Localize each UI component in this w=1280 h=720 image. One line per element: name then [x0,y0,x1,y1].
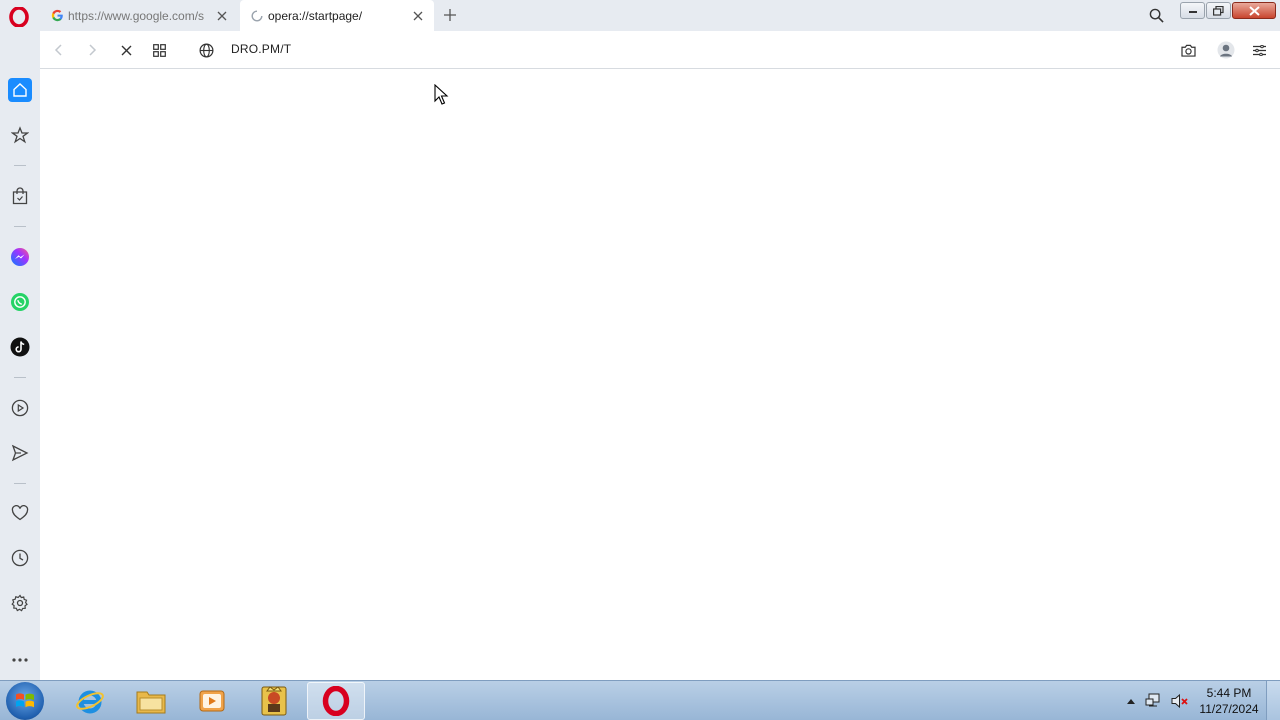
opera-menu-icon[interactable] [8,6,30,28]
system-clock[interactable]: 5:44 PM 11/27/2024 [1196,685,1262,717]
file-explorer-icon[interactable] [122,682,180,720]
media-player-icon[interactable] [183,682,241,720]
back-arrow-icon[interactable] [48,39,70,61]
sidebar-separator [14,165,26,166]
tiktok-icon[interactable] [8,335,32,359]
speed-dial-grid-icon[interactable] [148,39,170,61]
show-hidden-icons-arrow[interactable] [1124,681,1138,720]
game-app-icon[interactable] [245,682,303,720]
tab-startpage[interactable]: opera://startpage/ [240,0,434,31]
player-icon[interactable] [8,396,32,420]
tab-title: opera://startpage/ [268,8,363,23]
shopping-bag-icon[interactable] [8,184,32,208]
send-icon[interactable] [8,441,32,465]
heart-icon[interactable] [8,501,32,525]
sidebar-separator [14,377,26,378]
google-g-icon [50,9,64,23]
loading-spinner-icon [250,9,264,23]
tab-bar: https://www.google.com/s opera://startpa… [0,0,1280,31]
close-tab-icon[interactable] [212,6,232,26]
mouse-pointer-icon [434,83,450,106]
sidebar-separator [14,226,26,227]
clock-time: 5:44 PM [1206,686,1252,700]
page-content-area [40,70,1280,680]
whatsapp-icon[interactable] [8,290,32,314]
browser-window: https://www.google.com/s opera://startpa… [0,0,1280,720]
search-tabs-icon[interactable] [1146,5,1166,25]
easy-setup-menu-icon[interactable] [1248,39,1270,61]
stop-loading-icon[interactable] [115,39,137,61]
sidebar-separator [14,483,26,484]
restore-window-button[interactable] [1206,2,1231,19]
new-tab-plus-icon[interactable] [440,5,460,25]
messenger-icon[interactable] [8,245,32,269]
network-icon[interactable] [1144,681,1164,720]
snapshot-camera-icon[interactable] [1177,39,1199,61]
globe-site-info-icon[interactable] [195,39,217,61]
internet-explorer-icon[interactable] [61,682,119,720]
close-tab-icon[interactable] [408,6,428,26]
history-clock-icon[interactable] [8,546,32,570]
minimize-window-button[interactable] [1180,2,1205,19]
speed-dial-star-icon[interactable] [8,123,32,147]
tab-google[interactable]: https://www.google.com/s [40,0,238,31]
address-bar-url[interactable]: DRO.PM/T [231,42,291,56]
tab-title: https://www.google.com/s [68,8,205,23]
forward-arrow-icon[interactable] [81,39,103,61]
more-dots-icon[interactable] [8,648,32,672]
close-window-button[interactable] [1232,2,1276,19]
show-desktop-button[interactable] [1266,681,1280,720]
opera-taskbar-icon[interactable] [307,682,365,720]
windows-taskbar: 5:44 PM 11/27/2024 [0,680,1280,720]
home-icon[interactable] [8,78,32,102]
windows-start-button[interactable] [6,682,44,720]
profile-avatar-icon[interactable] [1215,39,1237,61]
clock-date: 11/27/2024 [1199,702,1259,716]
address-toolbar: DRO.PM/T [40,31,1280,69]
settings-gear-icon[interactable] [8,591,32,615]
volume-muted-icon[interactable] [1170,681,1190,720]
sidebar [0,31,40,680]
